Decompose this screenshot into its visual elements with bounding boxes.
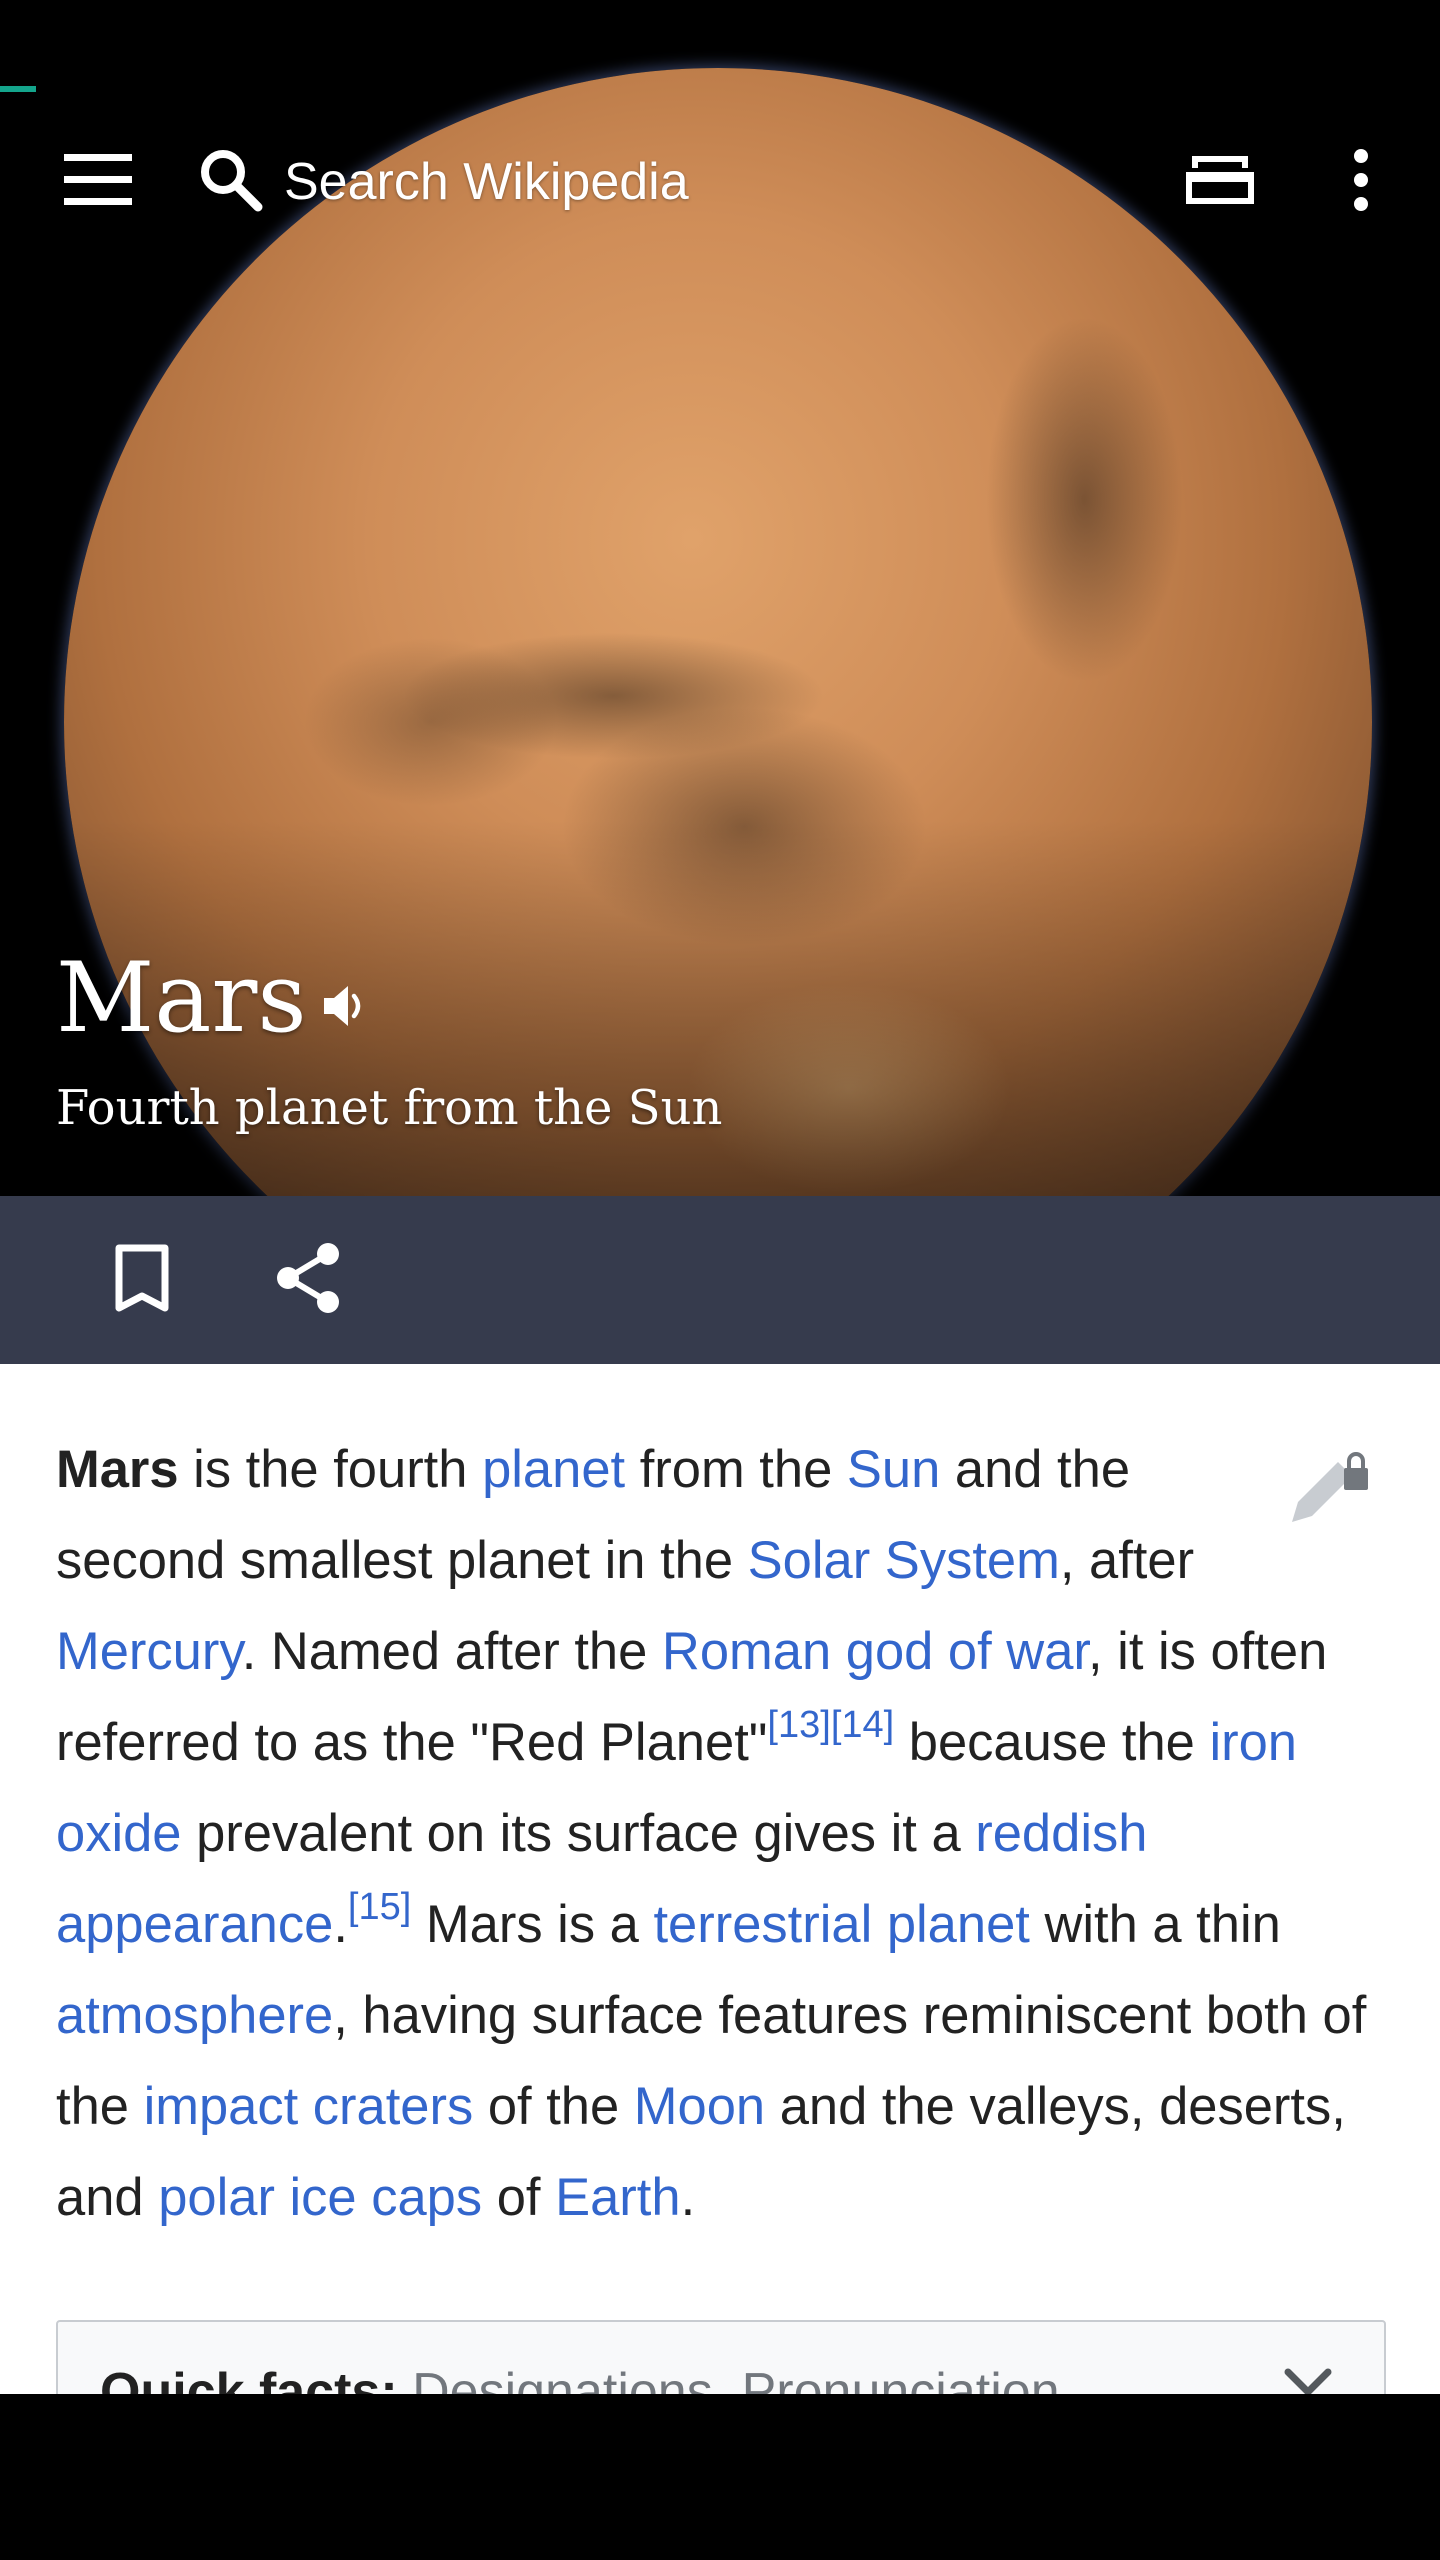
pronunciation-button[interactable]	[318, 980, 374, 1036]
article-title: Mars	[56, 942, 307, 1054]
text: prevalent on its surface gives it a	[181, 1804, 976, 1863]
loading-progress-indicator	[0, 86, 36, 92]
link-impact-craters[interactable]: impact craters	[144, 2077, 474, 2136]
link-polar-ice-caps[interactable]: polar ice caps	[158, 2168, 482, 2227]
bottom-system-area	[0, 2394, 1440, 2560]
link-planet[interactable]: planet	[482, 1440, 625, 1499]
link-roman-god-of-war[interactable]: Roman god of war	[662, 1622, 1088, 1681]
chevron-down-icon	[1282, 2366, 1334, 2394]
link-solar-system[interactable]: Solar System	[748, 1531, 1060, 1590]
text: of the	[473, 2077, 634, 2136]
search-icon	[196, 145, 266, 220]
tabs-button[interactable]	[1170, 132, 1270, 232]
text: , after	[1059, 1531, 1195, 1590]
overflow-menu-button[interactable]	[1316, 132, 1406, 232]
article-action-bar	[0, 1196, 1440, 1364]
text: with a thin	[1029, 1895, 1281, 1954]
lead-image-header: Search Wikipedia Mars Fourth planet from…	[0, 0, 1440, 1196]
citation-13[interactable]: [13]	[767, 1704, 830, 1746]
quick-facts-label: Quick facts:	[100, 2363, 398, 2394]
hamburger-menu-icon	[64, 153, 132, 211]
save-bookmark-button[interactable]	[92, 1220, 192, 1340]
link-earth[interactable]: Earth	[555, 2168, 680, 2227]
text: .	[333, 1895, 348, 1954]
link-terrestrial-planet[interactable]: terrestrial planet	[653, 1895, 1029, 1954]
link-sun[interactable]: Sun	[847, 1440, 940, 1499]
bookmark-icon	[113, 1244, 171, 1317]
text: is the fourth	[178, 1440, 483, 1499]
edit-locked-icon	[1278, 1444, 1374, 1556]
share-icon	[274, 1242, 342, 1319]
link-mercury[interactable]: Mercury	[56, 1622, 242, 1681]
article-content: Mars is the fourth planet from the Sun a…	[0, 1364, 1440, 2394]
text: because the	[894, 1713, 1210, 1772]
link-atmosphere[interactable]: atmosphere	[56, 1986, 333, 2045]
search-bar[interactable]: Search Wikipedia	[196, 132, 1096, 232]
citation-15[interactable]: [15]	[348, 1886, 411, 1928]
quick-facts-items: Designations, Pronunciation...	[397, 2363, 1103, 2394]
link-moon[interactable]: Moon	[634, 2077, 765, 2136]
share-button[interactable]	[258, 1220, 358, 1340]
text: Mars is a	[411, 1895, 654, 1954]
more-vert-icon	[1351, 148, 1371, 217]
text: of	[482, 2168, 556, 2227]
text: . Named after the	[241, 1622, 662, 1681]
search-placeholder: Search Wikipedia	[284, 153, 689, 211]
bold-term: Mars	[56, 1440, 179, 1499]
quick-facts-box[interactable]: Quick facts: Designations, Pronunciation…	[56, 2320, 1386, 2394]
menu-button[interactable]	[40, 132, 156, 232]
edit-section-button[interactable]	[1266, 1424, 1386, 1534]
text: from the	[625, 1440, 847, 1499]
article-description: Fourth planet from the Sun	[56, 1080, 723, 1136]
speaker-icon	[322, 984, 370, 1033]
tabs-icon	[1182, 152, 1258, 213]
lead-paragraph: Mars is the fourth planet from the Sun a…	[56, 1424, 1386, 2243]
text: .	[680, 2168, 696, 2227]
citation-14[interactable]: [14]	[831, 1704, 894, 1746]
